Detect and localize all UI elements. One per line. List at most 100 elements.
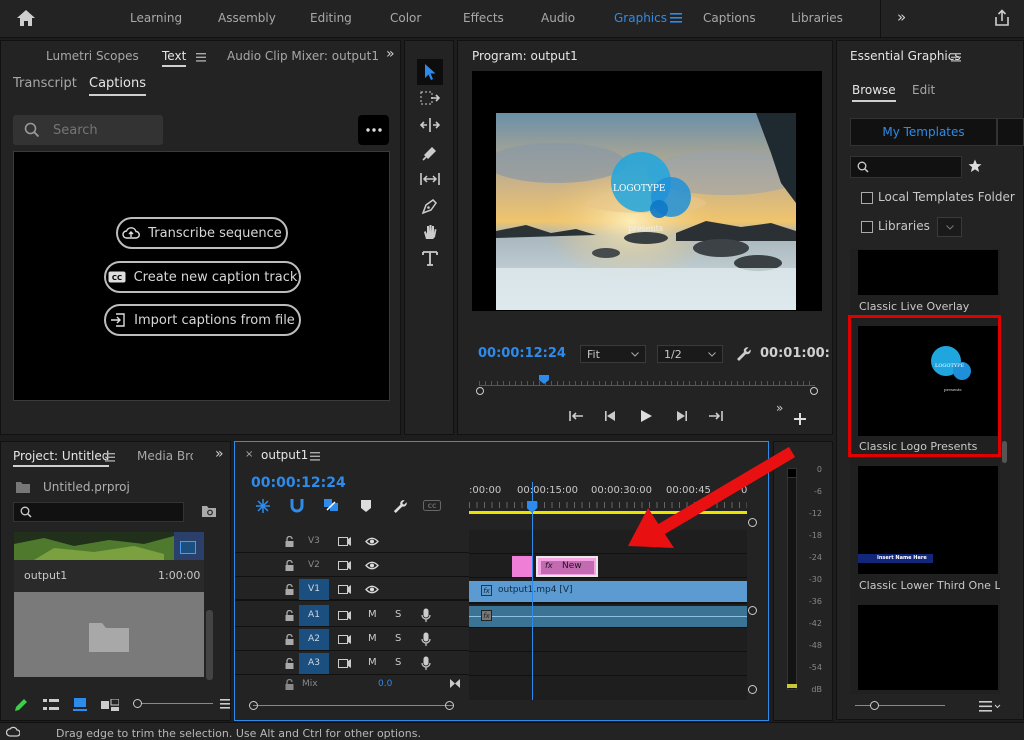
import-captions-button[interactable]: Import captions from file [104,304,301,336]
lock-icon[interactable] [285,658,294,669]
sync-lock-icon[interactable] [338,659,351,668]
template-thumb-lower-third[interactable]: Insert Name Here [858,466,998,574]
timeline-playhead-line[interactable] [532,482,533,700]
tab-lumetri-scopes[interactable]: Lumetri Scopes [46,49,139,63]
mark-out-icon[interactable] [707,409,723,423]
caption-search-input[interactable] [53,121,157,139]
fit-dropdown[interactable]: Fit [580,345,646,363]
lock-icon[interactable] [285,560,294,571]
icon-view-icon[interactable] [73,698,87,711]
new-search-bin-icon[interactable] [201,504,217,518]
adobe-stock-tab[interactable] [997,118,1024,146]
lock-icon[interactable] [285,536,294,547]
resolution-dropdown[interactable]: 1/2 [657,345,723,363]
tab-sequence[interactable]: output1 [261,448,308,462]
program-scrubber[interactable] [476,375,818,395]
clip-a1[interactable]: fx [469,606,747,627]
clip-v2-pink[interactable] [512,556,532,577]
microphone-icon[interactable] [421,632,431,647]
eye-icon[interactable] [365,561,379,570]
scrollbar-right-handle[interactable] [445,701,454,710]
pen-tool-icon[interactable] [421,197,439,215]
mute-button-a3[interactable]: M [368,657,377,668]
libraries-dropdown[interactable] [937,217,962,237]
thumb-size-slider[interactable] [855,701,945,711]
scrollbar-left-handle[interactable] [249,701,258,710]
track-name-a3[interactable]: A3 [299,653,329,674]
slider-knob[interactable] [870,701,879,710]
workspace-overflow-button[interactable]: » [897,8,906,26]
clip-v2-graphic[interactable]: fx New [536,556,598,577]
slip-tool-icon[interactable] [419,171,441,187]
solo-button-a3[interactable]: S [395,657,401,668]
timeline-zoom-scrollbar[interactable] [249,700,759,712]
lock-icon[interactable] [285,584,294,595]
workspace-audio[interactable]: Audio [541,11,575,25]
eg-search-input[interactable] [850,156,962,178]
share-icon[interactable] [993,9,1011,27]
transcribe-sequence-button[interactable]: Transcribe sequence [116,217,288,249]
mute-button-a1[interactable]: M [368,609,377,620]
hand-tool-icon[interactable] [421,223,439,241]
track-name-v1[interactable]: V1 [299,579,329,600]
track-scroll-handle[interactable] [748,606,757,615]
close-sequence-icon[interactable]: × [245,449,253,460]
program-current-timecode[interactable]: 00:00:12:24 [478,346,566,361]
more-options-button[interactable] [358,115,389,145]
sync-lock-icon[interactable] [338,611,351,620]
go-to-end-icon[interactable] [449,678,461,689]
workspace-effects[interactable]: Effects [463,11,504,25]
template-thumb-live-overlay[interactable] [858,250,998,295]
workspace-learning[interactable]: Learning [130,11,182,25]
track-name-v3[interactable]: V3 [308,536,320,546]
favorites-star-icon[interactable] [968,159,982,173]
clip-thumbnail[interactable] [14,532,204,560]
solo-button-a1[interactable]: S [395,609,401,620]
selection-tool-icon[interactable] [417,59,443,85]
graphics-menu-icon[interactable] [670,13,682,23]
step-back-icon[interactable] [604,410,618,422]
sync-lock-icon[interactable] [338,537,351,546]
project-search-input[interactable] [13,502,184,522]
project-menu-icon[interactable] [220,699,230,709]
track-scroll-handle[interactable] [748,685,757,694]
sync-lock-icon[interactable] [338,585,351,594]
create-caption-track-button[interactable]: CC Create new caption track [104,261,301,293]
workspace-graphics[interactable]: Graphics [614,11,667,25]
track-name-v2[interactable]: V2 [308,560,320,570]
subtab-transcript[interactable]: Transcript [13,76,77,91]
creative-cloud-icon[interactable] [6,726,20,738]
scrubber-end-handle[interactable] [810,387,818,395]
workspace-assembly[interactable]: Assembly [218,11,276,25]
workspace-color[interactable]: Color [390,11,421,25]
tab-audio-clip-mixer[interactable]: Audio Clip Mixer: output1 [227,49,379,63]
list-view-menu-icon[interactable] [979,701,1001,712]
captions-cc-icon[interactable]: CC [423,500,441,511]
wrench-icon[interactable] [735,345,751,361]
workspace-captions[interactable]: Captions [703,11,756,25]
button-editor-overflow-icon[interactable]: » [776,401,783,415]
eg-tab-browse[interactable]: Browse [852,83,896,102]
slider-knob[interactable] [133,699,142,708]
empty-bin-thumbnail[interactable] [14,592,204,677]
add-button-icon[interactable] [794,413,806,425]
type-tool-icon[interactable] [421,249,439,267]
text-tab-menu-icon[interactable] [196,53,206,62]
timeline-settings-wrench-icon[interactable] [392,498,407,513]
project-overflow-button[interactable]: » [215,446,224,462]
microphone-icon[interactable] [421,608,431,623]
add-marker-icon[interactable] [360,499,372,513]
mark-in-icon[interactable] [569,409,585,423]
ripple-edit-tool-icon[interactable] [420,117,440,133]
lock-icon[interactable] [285,634,294,645]
linked-selection-icon[interactable] [323,498,339,514]
step-forward-icon[interactable] [674,410,688,422]
solo-button-a2[interactable]: S [395,633,401,644]
zoom-slider[interactable] [133,699,213,709]
microphone-icon[interactable] [421,656,431,671]
clip-v1[interactable]: fx output1.mp4 [V] [469,581,747,602]
local-templates-checkbox[interactable] [861,192,873,204]
subtab-captions[interactable]: Captions [89,76,146,96]
track-select-tool-icon[interactable] [420,91,440,105]
timeline-timecode[interactable]: 00:00:12:24 [251,475,346,491]
